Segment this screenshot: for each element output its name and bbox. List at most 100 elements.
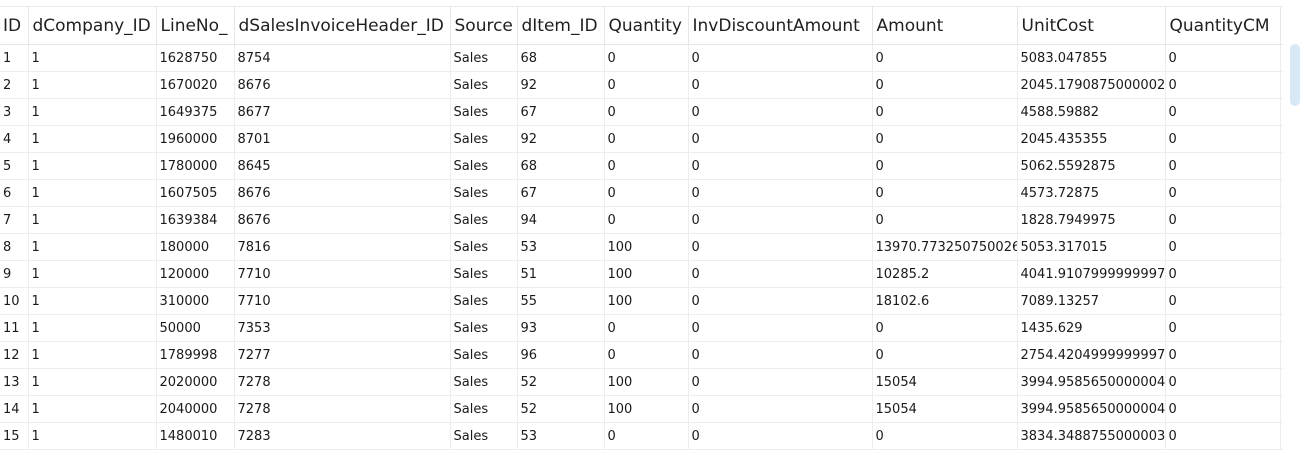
table-cell[interactable]: 0 — [1165, 422, 1281, 450]
table-cell[interactable]: 100 — [604, 368, 689, 396]
table-cell[interactable]: 8676 — [234, 71, 451, 99]
table-cell[interactable]: 2020000 — [156, 368, 235, 396]
table-cell[interactable]: 0 — [604, 422, 689, 450]
table-cell[interactable]: 0 — [872, 71, 1018, 99]
table-cell[interactable]: 0 — [688, 125, 873, 153]
table-cell[interactable]: 7089.13257 — [1017, 287, 1166, 315]
table-cell[interactable]: 0 — [688, 98, 873, 126]
table-cell[interactable]: 0 — [872, 422, 1018, 450]
table-cell[interactable]: 1639384 — [156, 206, 235, 234]
table-cell[interactable]: 0 — [872, 152, 1018, 180]
table-cell[interactable]: 15 — [0, 422, 29, 450]
table-row[interactable]: 5117800008645Sales680005062.559287500 — [0, 152, 1283, 180]
table-cell[interactable]: 0 — [1165, 233, 1281, 261]
table-cell[interactable]: 9 — [0, 260, 29, 288]
table-cell[interactable]: 0 — [1280, 233, 1283, 261]
table-cell[interactable]: 0 — [872, 98, 1018, 126]
table-cell[interactable]: 0 — [688, 287, 873, 315]
table-cell[interactable]: 0 — [1280, 125, 1283, 153]
table-cell[interactable]: 1 — [28, 287, 157, 315]
table-cell[interactable]: 0 — [872, 44, 1018, 72]
table-cell[interactable]: 0 — [1165, 71, 1281, 99]
table-cell[interactable]: 0 — [688, 233, 873, 261]
table-cell[interactable]: 1 — [28, 71, 157, 99]
table-cell[interactable]: 0 — [688, 152, 873, 180]
table-cell[interactable]: 100 — [604, 395, 689, 423]
table-cell[interactable]: 0 — [1165, 125, 1281, 153]
table-cell[interactable]: 0 — [872, 206, 1018, 234]
table-cell[interactable]: 5 — [0, 152, 29, 180]
table-cell[interactable]: 0 — [604, 152, 689, 180]
table-cell[interactable]: 0 — [688, 206, 873, 234]
table-row[interactable]: 2 1 1670020 8676 Sales 92 0 0 0 2045.179087500000… — [0, 71, 1283, 99]
table-cell[interactable]: 2754.4204999999997 — [1017, 341, 1166, 369]
table-cell[interactable]: 93 — [517, 314, 605, 342]
table-cell[interactable]: 0 — [1280, 179, 1283, 207]
table-cell[interactable]: 180000 — [156, 233, 235, 261]
table-cell[interactable]: 100 — [604, 260, 689, 288]
table-cell[interactable]: 0 — [1165, 98, 1281, 126]
table-row[interactable]: 10 1 310000 7710 Sales 55 100 0 18102.6 7089.1325… — [0, 287, 1283, 315]
table-cell[interactable]: 52 — [517, 395, 605, 423]
table-cell[interactable]: 10 — [0, 287, 29, 315]
table-cell[interactable]: 1789998 — [156, 341, 235, 369]
table-cell[interactable]: 0 — [1280, 71, 1283, 99]
table-cell[interactable]: 8676 — [234, 179, 451, 207]
table-cell[interactable]: 0 — [872, 314, 1018, 342]
table-cell[interactable]: Sales — [450, 152, 518, 180]
table-cell[interactable]: 13970.773250750026 — [872, 233, 1018, 261]
table-row[interactable]: 7116393848676Sales940001828.794997500 — [0, 206, 1283, 234]
table-cell[interactable]: 1 — [28, 98, 157, 126]
table-cell[interactable]: Sales — [450, 98, 518, 126]
table-cell[interactable]: 0 — [872, 341, 1018, 369]
table-cell[interactable]: 1 — [28, 368, 157, 396]
table-cell[interactable]: 52 — [517, 368, 605, 396]
table-row[interactable]: 6116075058676Sales670004573.7287500 — [0, 179, 1283, 207]
table-cell[interactable]: 1 — [28, 314, 157, 342]
table-cell[interactable]: 92 — [517, 125, 605, 153]
table-cell[interactable]: 53 — [517, 422, 605, 450]
table-cell[interactable]: Sales — [450, 179, 518, 207]
table-cell[interactable]: 0 — [1165, 368, 1281, 396]
table-cell[interactable]: 0 — [1280, 44, 1283, 72]
table-row[interactable]: 3116493758677Sales670004588.5988200 — [0, 98, 1283, 126]
table-cell[interactable]: 15054 — [872, 395, 1018, 423]
table-cell[interactable]: 0 — [688, 179, 873, 207]
table-cell[interactable]: 0 — [604, 44, 689, 72]
table-cell[interactable]: 8645 — [234, 152, 451, 180]
table-cell[interactable]: 0 — [604, 98, 689, 126]
table-cell[interactable]: 0 — [1165, 152, 1281, 180]
table-cell[interactable]: 0 — [688, 395, 873, 423]
column-header[interactable]: Source — [450, 6, 518, 45]
table-cell[interactable]: 4 — [0, 125, 29, 153]
table-cell[interactable]: 2 — [0, 71, 29, 99]
table-cell[interactable]: 1 — [28, 341, 157, 369]
table-cell[interactable]: 0 — [604, 341, 689, 369]
table-cell[interactable]: 1 — [28, 233, 157, 261]
table-cell[interactable]: 7278 — [234, 395, 451, 423]
table-cell[interactable]: 2040000 — [156, 395, 235, 423]
table-cell[interactable]: 13 — [0, 368, 29, 396]
table-cell[interactable]: 0 — [1165, 341, 1281, 369]
table-cell[interactable]: 67 — [517, 179, 605, 207]
table-row[interactable]: 15 1 1480010 7283 Sales 53 0 0 0 3834.34887550000… — [0, 422, 1283, 450]
table-cell[interactable]: Sales — [450, 206, 518, 234]
table-cell[interactable]: 1649375 — [156, 98, 235, 126]
table-cell[interactable]: 14 — [0, 395, 29, 423]
table-cell[interactable]: Sales — [450, 233, 518, 261]
table-cell[interactable]: 0 — [1165, 206, 1281, 234]
table-cell[interactable]: 8677 — [234, 98, 451, 126]
table-cell[interactable]: 1607505 — [156, 179, 235, 207]
column-header[interactable]: InvDiscountAmount — [688, 6, 873, 45]
column-header[interactable] — [1280, 6, 1283, 45]
table-row[interactable]: 1116287508754Sales680005083.04785500 — [0, 44, 1283, 72]
table-row[interactable]: 9 1 120000 7710 Sales 51 100 0 10285.2 4041.91079… — [0, 260, 1283, 288]
table-cell[interactable]: 1 — [28, 125, 157, 153]
table-cell[interactable]: 0 — [872, 125, 1018, 153]
table-cell[interactable]: 100 — [604, 287, 689, 315]
table-cell[interactable]: 5062.5592875 — [1017, 152, 1166, 180]
table-cell[interactable]: 94 — [517, 206, 605, 234]
table-cell[interactable]: 0 — [1280, 206, 1283, 234]
table-cell[interactable]: 0 — [1165, 179, 1281, 207]
table-cell[interactable]: 0 — [604, 179, 689, 207]
